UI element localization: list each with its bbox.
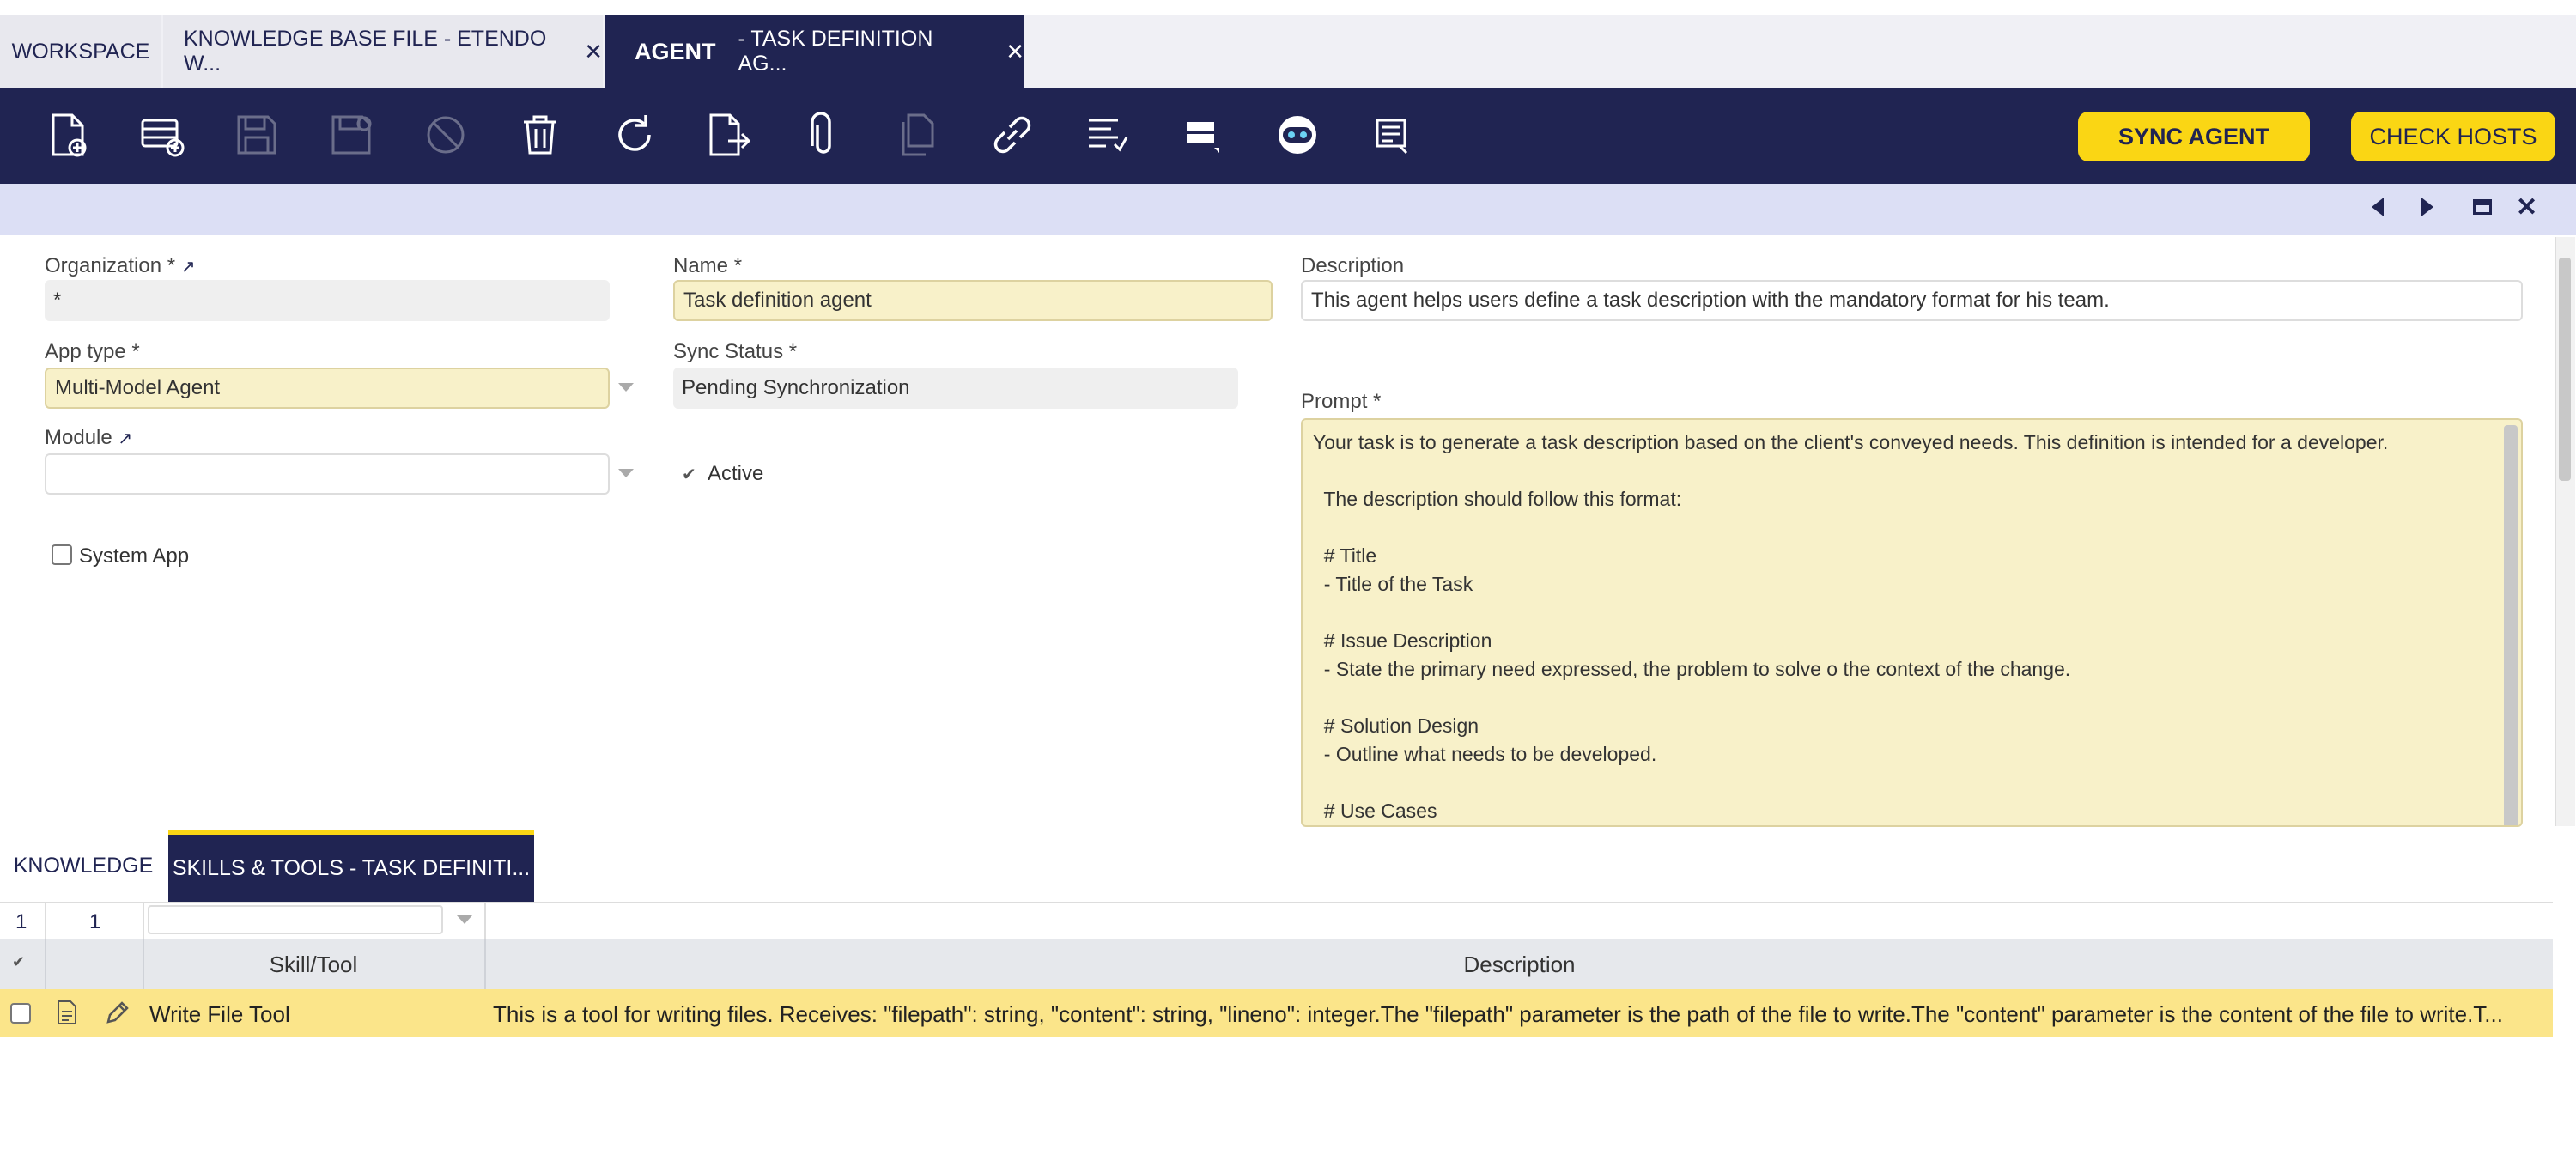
textarea-scrollbar[interactable] [2504,425,2518,825]
check-hosts-button[interactable]: CHECK HOSTS [2351,112,2555,161]
sync-agent-button[interactable]: SYNC AGENT [2078,112,2310,161]
tab-agent[interactable]: AGENT - TASK DEFINITION AG... ✕ [605,15,1024,88]
module-label: Module ↗ [45,426,133,449]
new-document-icon[interactable] [43,110,93,160]
prompt-line: # Solution Design [1313,714,1479,737]
description-cell[interactable]: This is a tool for writing files. Receiv… [493,1001,2545,1028]
description-field[interactable]: This agent helps users define a task des… [1301,280,2523,321]
chevron-down-icon[interactable] [618,383,634,392]
tab-knowledge-base-file[interactable]: KNOWLEDGE BASE FILE - ETENDO W... ✕ [163,15,603,88]
chevron-down-icon[interactable] [457,915,472,924]
edit-icon[interactable] [105,1000,131,1025]
tab-label: AGENT [635,38,716,64]
copilot-icon[interactable] [1273,110,1322,160]
prompt-line: # Title [1313,544,1377,567]
save-close-icon[interactable] [326,110,376,160]
form-header-strip [0,184,2576,235]
row-count: 1 [15,910,27,933]
tab-skills-tools[interactable]: SKILLS & TOOLS - TASK DEFINITI... [168,830,534,902]
module-select[interactable] [45,453,610,495]
system-app-checkbox[interactable] [52,544,72,565]
link-arrow-icon: ↗ [180,258,196,277]
close-form-icon[interactable]: ✕ [2516,192,2537,222]
link-icon[interactable] [987,110,1037,160]
maximize-icon[interactable] [2473,199,2492,215]
close-icon[interactable]: ✕ [584,39,603,65]
select-all-checkbox[interactable]: ✔ [12,953,25,971]
audit-icon[interactable] [1082,110,1132,160]
close-icon[interactable]: ✕ [1005,39,1024,65]
active-checkbox[interactable]: ✔ [682,464,696,485]
name-label: Name * [673,254,743,277]
name-field[interactable]: Task definition agent [673,280,1273,321]
open-form-icon[interactable] [57,1000,77,1025]
refresh-icon[interactable] [610,110,659,160]
organization-label: Organization * ↗ [45,254,196,277]
prompt-line: The description should follow this forma… [1313,488,1682,510]
form-scrollbar-thumb[interactable] [2559,258,2571,481]
skill-filter-input[interactable] [148,905,443,934]
tab-label: SKILLS & TOOLS - TASK DEFINITI... [172,855,531,880]
prompt-line: - State the primary need expressed, the … [1313,658,2071,680]
skill-cell[interactable]: Write File Tool [149,1001,290,1028]
next-record-icon[interactable] [2421,198,2433,216]
prompt-line: # Use Cases [1313,799,1437,822]
attachment-icon[interactable] [799,110,848,160]
column-description[interactable]: Description [486,939,2553,989]
export-icon[interactable] [704,110,754,160]
prompt-line: Your task is to generate a task descript… [1313,431,2389,453]
prompt-line: - Outline what needs to be developed. [1313,743,1657,765]
link-arrow-icon: ↗ [118,429,133,448]
row-checkbox[interactable] [10,1003,31,1024]
apptype-select[interactable]: Multi-Model Agent [45,368,610,409]
sync-status-label: Sync Status * [673,340,798,363]
prompt-textarea[interactable]: Your task is to generate a task descript… [1301,418,2523,827]
cancel-icon[interactable] [421,110,471,160]
tab-knowledge[interactable]: KNOWLEDGE [0,830,167,902]
save-icon[interactable] [232,110,282,160]
active-label: Active [708,462,764,485]
new-row-icon[interactable] [137,110,187,160]
previous-record-icon[interactable] [2372,198,2384,216]
tab-workspace[interactable]: WORKSPACE [0,15,161,88]
tab-sublabel: - TASK DEFINITION AG... [738,27,933,76]
organization-field[interactable]: * [45,280,610,321]
description-label: Description [1301,254,1405,277]
delete-icon[interactable] [515,110,565,160]
prompt-line: # Issue Description [1313,629,1492,652]
tab-label: KNOWLEDGE [13,853,154,878]
copy-icon[interactable] [893,110,943,160]
sync-status-field: Pending Synchronization [673,368,1238,409]
column-skill-tool[interactable]: Skill/Tool [143,939,484,989]
notes-icon[interactable] [1367,110,1417,160]
prompt-label: Prompt * [1301,390,1382,413]
prompt-line: - Title of the Task [1313,573,1473,595]
grid-view-icon[interactable] [1176,110,1226,160]
system-app-label: System App [79,544,190,568]
apptype-label: App type * [45,340,140,363]
tab-label: KNOWLEDGE BASE FILE - ETENDO W... [184,27,547,76]
chevron-down-icon[interactable] [618,469,634,477]
selected-count: 1 [89,910,101,933]
tab-label: WORKSPACE [11,39,150,64]
